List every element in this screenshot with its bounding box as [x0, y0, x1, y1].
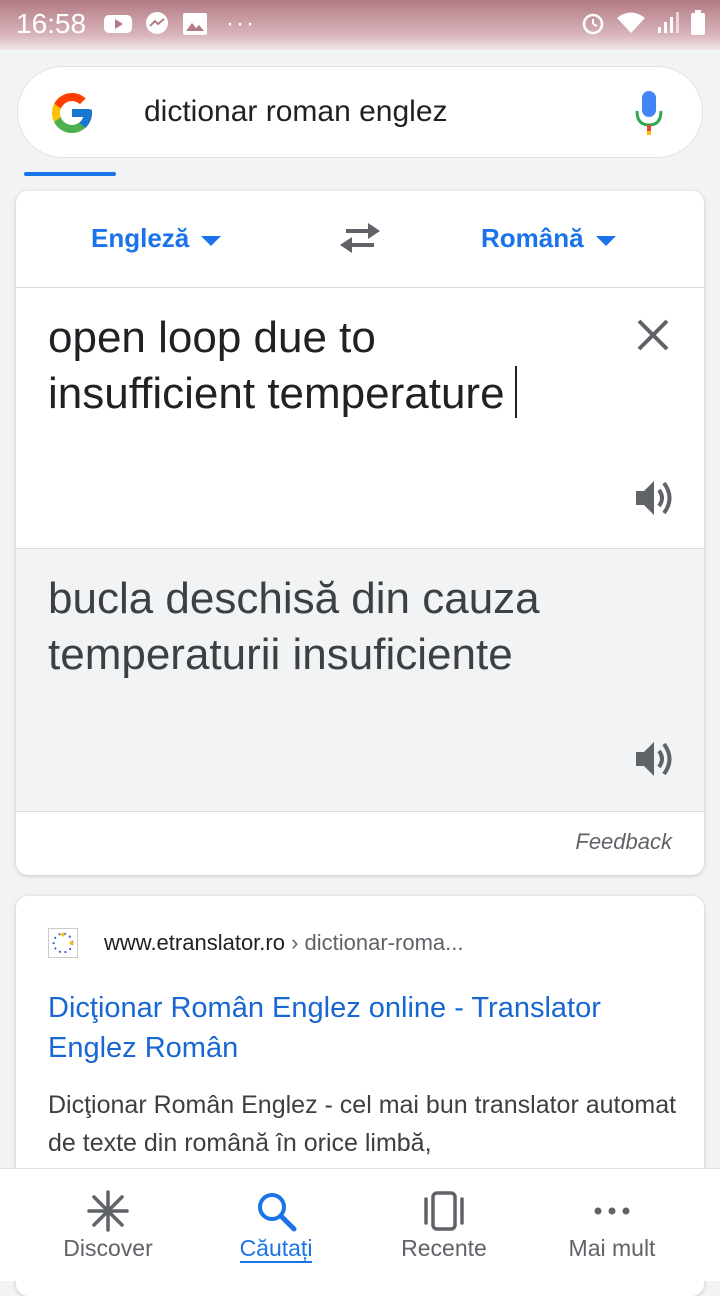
search-query[interactable]: dictionar roman englez	[144, 95, 448, 129]
bottom-navigation: Discover Căutați Recente Mai mult	[0, 1168, 720, 1281]
search-icon	[258, 1193, 297, 1232]
asterisk-icon	[87, 1190, 129, 1232]
status-bar: 16:58 ···	[0, 0, 720, 50]
more-dots-icon	[594, 1207, 630, 1215]
wifi-icon	[617, 12, 645, 33]
nav-label: Căutați	[196, 1235, 356, 1263]
source-text-area[interactable]: open loop due to insufficient temperatur…	[16, 288, 704, 547]
battery-icon	[691, 10, 705, 35]
site-favicon-icon	[48, 928, 78, 958]
source-language-button[interactable]: Engleză	[91, 223, 222, 254]
source-text-container[interactable]: open loop due to insufficient temperatur…	[48, 310, 588, 422]
result-site: www.etranslator.ro	[104, 930, 285, 955]
recent-cards-icon	[424, 1191, 464, 1231]
result-title-link[interactable]: Dicţionar Român Englez online - Translat…	[48, 988, 678, 1068]
mic-icon[interactable]	[634, 91, 664, 135]
nav-recent[interactable]: Recente	[364, 1169, 524, 1281]
swap-languages-icon[interactable]	[338, 221, 382, 255]
target-language-button[interactable]: Română	[481, 223, 616, 254]
status-notification-icons: ···	[104, 10, 256, 38]
translation-text: bucla deschisă din cauza temperaturii in…	[48, 574, 540, 679]
google-logo-icon	[52, 93, 92, 133]
status-time: 16:58	[16, 8, 87, 39]
chevron-down-icon	[595, 235, 616, 246]
close-icon[interactable]	[636, 318, 670, 352]
nav-discover[interactable]: Discover	[28, 1169, 188, 1281]
messenger-icon	[146, 12, 168, 34]
nav-more[interactable]: Mai mult	[532, 1169, 692, 1281]
tab-indicator	[24, 172, 116, 176]
nav-label: Recente	[401, 1235, 487, 1261]
speaker-icon[interactable]	[634, 478, 678, 518]
search-box[interactable]: dictionar roman englez	[17, 66, 703, 158]
language-selector-row: Engleză Română	[16, 191, 704, 288]
text-caret	[514, 366, 517, 418]
speaker-icon[interactable]	[634, 739, 678, 779]
source-text: open loop due to insufficient temperatur…	[48, 313, 505, 418]
more-dots-icon: ···	[226, 10, 256, 37]
youtube-icon	[104, 15, 132, 33]
target-language-label: Română	[481, 223, 584, 253]
nav-label-text: Căutați	[239, 1235, 313, 1263]
result-path: › dictionar-roma...	[284, 930, 464, 955]
nav-label: Mai mult	[568, 1235, 656, 1261]
translation-result-area: bucla deschisă din cauza temperaturii in…	[16, 548, 704, 812]
nav-label: Discover	[63, 1235, 153, 1261]
translate-card: Engleză Română open loop due to insuffic…	[16, 191, 704, 875]
result-snippet: Dicţionar Român Englez - cel mai bun tra…	[48, 1091, 677, 1157]
feedback-link[interactable]: Feedback	[575, 829, 672, 855]
result-url[interactable]: www.etranslator.ro › dictionar-roma...	[104, 930, 463, 956]
alarm-icon	[582, 13, 604, 35]
status-system-icons	[580, 10, 706, 36]
source-language-label: Engleză	[91, 223, 190, 253]
chevron-down-icon	[201, 235, 222, 246]
gallery-icon	[183, 13, 207, 35]
nav-search[interactable]: Căutați	[196, 1169, 356, 1281]
signal-icon	[658, 12, 679, 33]
